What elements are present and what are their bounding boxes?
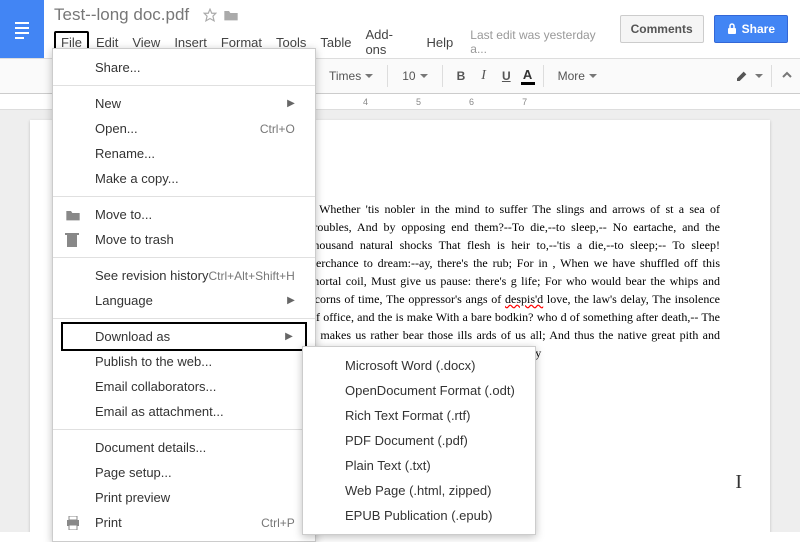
pen-icon[interactable]: [735, 67, 751, 86]
docs-logo[interactable]: [0, 0, 44, 58]
file-menu-dropdown: Share... New▶ Open...Ctrl+O Rename... Ma…: [52, 48, 316, 542]
download-docx[interactable]: Microsoft Word (.docx): [303, 353, 535, 378]
font-family-dropdown[interactable]: Times: [323, 66, 379, 86]
file-move-to[interactable]: Move to...: [53, 202, 315, 227]
chevron-down-icon: [420, 74, 428, 79]
file-revision-history[interactable]: See revision historyCtrl+Alt+Shift+H: [53, 263, 315, 288]
underline-button[interactable]: U: [496, 65, 517, 87]
file-document-details[interactable]: Document details...: [53, 435, 315, 460]
file-print[interactable]: PrintCtrl+P: [53, 510, 315, 535]
file-move-trash[interactable]: Move to trash: [53, 227, 315, 252]
font-size-dropdown[interactable]: 10: [396, 66, 433, 86]
download-html[interactable]: Web Page (.html, zipped): [303, 478, 535, 503]
menu-addons[interactable]: Add-ons: [358, 23, 419, 61]
document-title[interactable]: Test--long doc.pdf: [54, 5, 189, 25]
file-share[interactable]: Share...: [53, 55, 315, 80]
file-email-collaborators[interactable]: Email collaborators...: [53, 374, 315, 399]
file-page-setup[interactable]: Page setup...: [53, 460, 315, 485]
download-epub[interactable]: EPUB Publication (.epub): [303, 503, 535, 528]
italic-button[interactable]: I: [475, 64, 492, 88]
download-pdf[interactable]: PDF Document (.pdf): [303, 428, 535, 453]
download-odt[interactable]: OpenDocument Format (.odt): [303, 378, 535, 403]
header-main: Test--long doc.pdf File Edit View Insert…: [44, 0, 620, 54]
download-txt[interactable]: Plain Text (.txt): [303, 453, 535, 478]
last-edit-text[interactable]: Last edit was yesterday a...: [470, 28, 611, 56]
text-color-button[interactable]: A: [521, 67, 535, 85]
download-as-submenu: Microsoft Word (.docx) OpenDocument Form…: [302, 346, 536, 535]
trash-icon: [65, 232, 79, 248]
share-label: Share: [742, 22, 775, 36]
more-dropdown[interactable]: More: [552, 66, 603, 86]
file-print-preview[interactable]: Print preview: [53, 485, 315, 510]
file-email-attachment[interactable]: Email as attachment...: [53, 399, 315, 424]
comments-button[interactable]: Comments: [620, 15, 704, 43]
file-language[interactable]: Language▶: [53, 288, 315, 313]
submenu-arrow-icon: ▶: [287, 98, 295, 109]
submenu-arrow-icon: ▶: [287, 295, 295, 306]
print-icon: [65, 516, 81, 530]
chevron-down-icon: [365, 74, 373, 79]
chevron-down-icon: [589, 74, 597, 79]
spelling-error[interactable]: despis'd: [505, 292, 543, 306]
header-actions: Comments Share: [620, 0, 800, 58]
menu-help[interactable]: Help: [420, 31, 461, 54]
file-new[interactable]: New▶: [53, 91, 315, 116]
bold-button[interactable]: B: [451, 65, 472, 87]
file-rename[interactable]: Rename...: [53, 141, 315, 166]
file-publish[interactable]: Publish to the web...: [53, 349, 315, 374]
file-download-as[interactable]: Download as▶: [61, 322, 307, 351]
chevron-down-icon[interactable]: [755, 74, 763, 79]
folder-icon[interactable]: [223, 8, 239, 22]
collapse-toolbar-icon[interactable]: [780, 68, 794, 85]
submenu-arrow-icon: ▶: [285, 331, 293, 342]
document-body-text[interactable]: - Whether 'tis nobler in the mind to suf…: [310, 200, 720, 362]
file-make-copy[interactable]: Make a copy...: [53, 166, 315, 191]
download-rtf[interactable]: Rich Text Format (.rtf): [303, 403, 535, 428]
text-cursor-icon: I: [735, 471, 742, 494]
menu-table[interactable]: Table: [313, 31, 358, 54]
share-button[interactable]: Share: [714, 15, 788, 43]
file-open[interactable]: Open...Ctrl+O: [53, 116, 315, 141]
star-icon[interactable]: [203, 8, 217, 22]
folder-icon: [65, 208, 81, 222]
lock-icon: [727, 23, 737, 35]
